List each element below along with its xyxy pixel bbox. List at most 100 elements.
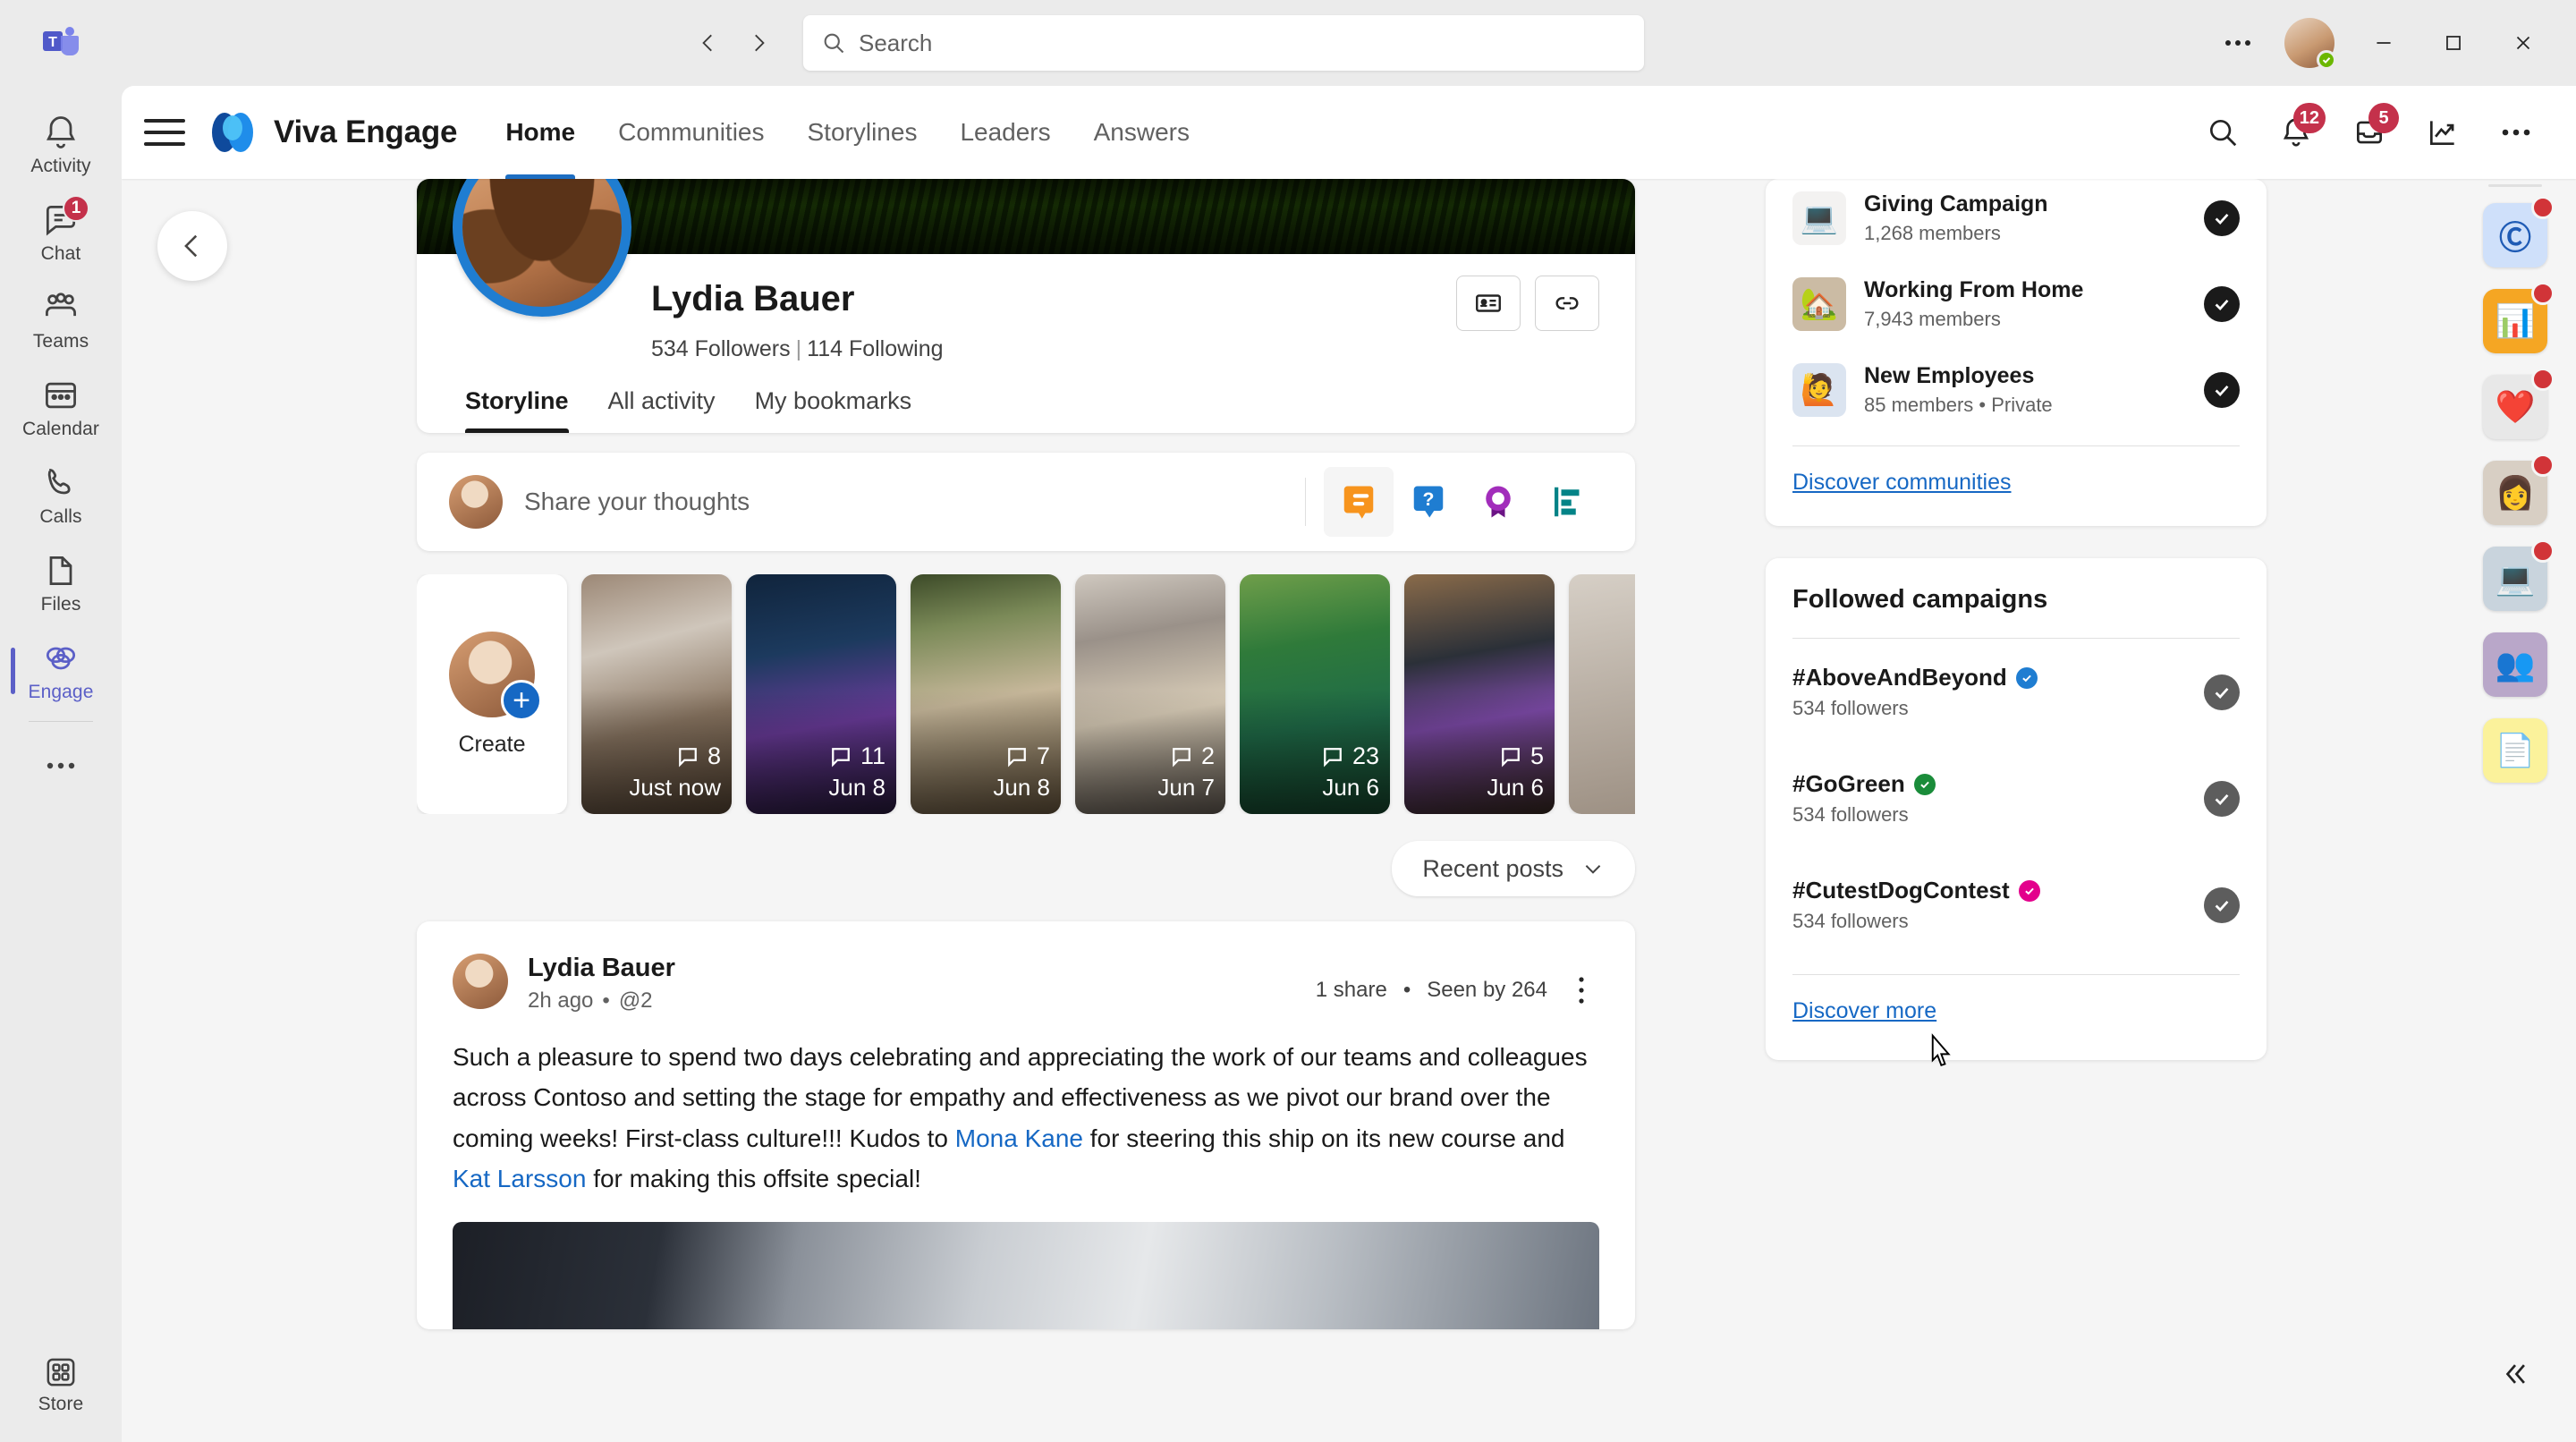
user-avatar[interactable]	[2284, 18, 2336, 70]
story-card[interactable]: 5 Jun 6	[1404, 574, 1555, 814]
team-app-icon[interactable]: 👥	[2483, 632, 2547, 697]
create-story-card[interactable]: + Create	[417, 574, 567, 814]
avatar	[449, 475, 503, 529]
comment-icon	[832, 747, 850, 767]
story-comments: 5	[1404, 742, 1544, 770]
laptop-app-icon[interactable]: 💻	[2483, 539, 2555, 611]
discussion-post-button[interactable]	[1324, 467, 1394, 537]
avatar-image	[462, 179, 622, 307]
praise-post-button[interactable]	[1463, 467, 1533, 537]
close-button[interactable]	[2488, 15, 2558, 71]
contact-card-button[interactable]	[1456, 276, 1521, 331]
person-app-icon[interactable]: 👩	[2483, 454, 2555, 525]
rail-more-apps-button[interactable]	[7, 727, 114, 804]
campaign-row[interactable]: #CutestDogContest 534 followers	[1792, 852, 2240, 958]
rail-divider	[29, 721, 93, 722]
story-card-partial[interactable]	[1569, 574, 1635, 814]
tab-all-activity[interactable]: All activity	[589, 387, 735, 433]
heart-app-icon[interactable]: ❤️	[2483, 368, 2555, 439]
story-card[interactable]: 2 Jun 7	[1075, 574, 1225, 814]
joined-check-icon[interactable]	[2204, 200, 2240, 236]
sidebar-item-calls[interactable]: Calls	[7, 453, 114, 539]
header-notifications-button[interactable]: 12	[2263, 99, 2329, 165]
divider	[1305, 478, 1306, 526]
verified-badge-icon	[2018, 879, 2040, 902]
discover-communities-link[interactable]: Discover communities	[1792, 446, 2240, 501]
story-comments: 23	[1240, 742, 1379, 770]
post-text-part3: for making this offsite special!	[586, 1165, 921, 1193]
header-analytics-button[interactable]	[2410, 99, 2476, 165]
poll-post-button[interactable]	[1533, 467, 1603, 537]
sidebar-item-files[interactable]: Files	[7, 540, 114, 626]
post-author-name[interactable]: Lydia Bauer	[528, 954, 675, 983]
story-comments: 7	[911, 742, 1050, 770]
following-check-icon[interactable]	[2204, 780, 2240, 817]
settings-more-button[interactable]	[2206, 15, 2270, 71]
story-card[interactable]: 11 Jun 8	[746, 574, 896, 814]
question-post-button[interactable]: ?	[1394, 467, 1463, 537]
nav-forward-button[interactable]	[733, 18, 784, 68]
sort-dropdown[interactable]: Recent posts	[1392, 841, 1635, 896]
sidebar-item-store[interactable]: Store	[7, 1354, 114, 1440]
post-more-button[interactable]	[1563, 968, 1599, 1013]
header-more-button[interactable]	[2483, 99, 2549, 165]
discover-more-link[interactable]: Discover more	[1792, 975, 2240, 1030]
story-card[interactable]: 8 Just now	[581, 574, 732, 814]
nav-tab-home[interactable]: Home	[484, 86, 597, 179]
post-composer[interactable]: Share your thoughts ?	[417, 453, 1635, 551]
community-row[interactable]: 🙋 New Employees 85 members • Private	[1792, 347, 2240, 433]
following-check-icon[interactable]	[2204, 886, 2240, 923]
followers-count[interactable]: 534 Followers	[651, 336, 791, 361]
search-input[interactable]: Search	[803, 15, 1644, 71]
sidebar-item-chat[interactable]: 1 Chat	[7, 190, 114, 276]
campaign-row[interactable]: #AboveAndBeyond 534 followers	[1792, 639, 2240, 745]
nav-tab-communities[interactable]: Communities	[597, 86, 785, 179]
sidebar-item-teams[interactable]: Teams	[7, 277, 114, 363]
nav-tab-storylines[interactable]: Storylines	[786, 86, 939, 179]
story-card[interactable]: 23 Jun 6	[1240, 574, 1390, 814]
copilot-app-icon[interactable]: Ⓒ	[2483, 196, 2555, 267]
people-icon	[46, 293, 76, 317]
community-row[interactable]: 🏡 Working From Home 7,943 members	[1792, 261, 2240, 347]
post-image[interactable]	[453, 1222, 1599, 1330]
header-inbox-button[interactable]: 5	[2336, 99, 2402, 165]
avatar: +	[449, 631, 542, 721]
collapse-rail-button[interactable]	[2483, 1342, 2547, 1406]
mention-link[interactable]: Kat Larsson	[453, 1165, 586, 1192]
stories-carousel[interactable]: + Create 8 Just now 11 Jun 8 7 Jun 8 2 J…	[417, 574, 1635, 814]
composer-post-types: ?	[1305, 467, 1603, 537]
community-row[interactable]: 💻 Giving Campaign 1,268 members	[1792, 179, 2240, 261]
minimize-button[interactable]	[2349, 15, 2419, 71]
app-menu-button[interactable]	[122, 111, 208, 154]
chevron-down-icon	[1585, 865, 1601, 874]
sidebar-item-calendar[interactable]: Calendar	[7, 365, 114, 451]
nav-back-button[interactable]	[683, 18, 733, 68]
maximize-button[interactable]	[2419, 15, 2488, 71]
joined-check-icon[interactable]	[2204, 372, 2240, 408]
nav-tab-leaders[interactable]: Leaders	[938, 86, 1072, 179]
story-card[interactable]: 7 Jun 8	[911, 574, 1061, 814]
back-button[interactable]	[157, 211, 227, 281]
comment-count: 23	[1352, 742, 1379, 769]
campaign-row[interactable]: #GoGreen 534 followers	[1792, 745, 2240, 852]
app-badge	[2531, 539, 2555, 563]
copy-link-button[interactable]	[1535, 276, 1599, 331]
header-search-button[interactable]	[2190, 99, 2256, 165]
avatar[interactable]	[453, 954, 508, 1009]
mention-link[interactable]: Mona Kane	[955, 1124, 1083, 1152]
joined-check-icon[interactable]	[2204, 286, 2240, 322]
tab-storyline[interactable]: Storyline	[453, 387, 589, 433]
hamburger-icon	[144, 111, 185, 154]
profile-avatar[interactable]	[453, 179, 631, 317]
presentation-app-icon[interactable]: 📊	[2483, 282, 2555, 353]
documents-app-icon[interactable]: 📄	[2483, 718, 2547, 783]
following-check-icon[interactable]	[2204, 674, 2240, 710]
sidebar-item-engage[interactable]: Engage	[7, 628, 114, 714]
profile-actions	[1456, 276, 1599, 331]
following-count[interactable]: 114 Following	[807, 336, 943, 361]
sidebar-item-activity[interactable]: Activity	[7, 102, 114, 188]
campaign-name: #CutestDogContest	[1792, 877, 2010, 903]
followed-campaigns-card: Followed campaigns #AboveAndBeyond 534 f…	[1766, 558, 2267, 1066]
nav-tab-answers[interactable]: Answers	[1072, 86, 1211, 179]
tab-my-bookmarks[interactable]: My bookmarks	[735, 387, 932, 433]
